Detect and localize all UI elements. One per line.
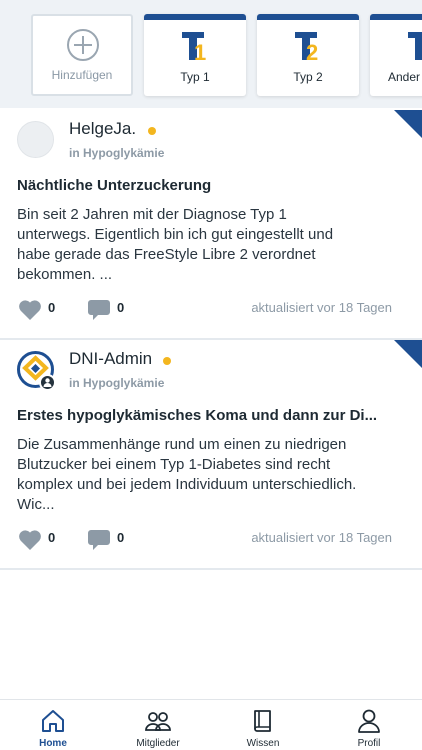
category-other[interactable]: Ander: [370, 14, 422, 96]
category-topbar: [370, 14, 422, 20]
corner-flag: [394, 110, 422, 138]
post-meta: 0 0 aktualisiert vor 18 Tagen: [0, 527, 422, 553]
post-excerpt: Bin seit 2 Jahren mit der Diagnose Typ 1…: [17, 206, 334, 283]
nav-profile-label: Profil: [357, 738, 381, 749]
post-meta: 0 0 aktualisiert vor 18 Tagen: [0, 297, 422, 323]
comment-count: 0: [117, 300, 125, 315]
updated-timestamp: aktualisiert vor 18 Tagen: [251, 300, 392, 315]
admin-badge-icon: [39, 374, 56, 391]
category-strip: Hinzufügen 1 Typ 1 2 Typ 2 Ander: [0, 0, 422, 108]
category-topbar: [144, 14, 246, 20]
nav-knowledge[interactable]: Wissen: [223, 700, 303, 750]
comment-icon[interactable]: [87, 528, 111, 552]
updated-timestamp: aktualisiert vor 18 Tagen: [251, 530, 392, 545]
comment-count: 0: [117, 530, 125, 545]
type2-digit: 2: [306, 40, 318, 62]
category-type1-label: Typ 1: [180, 70, 210, 84]
avatar[interactable]: [17, 121, 54, 158]
type2-icon: 2: [295, 32, 318, 62]
category-type1[interactable]: 1 Typ 1: [144, 14, 246, 96]
heart-icon[interactable]: [18, 299, 42, 321]
post-title[interactable]: Erstes hypoglykämisches Koma und dann zu…: [17, 407, 377, 424]
category-type2-label: Typ 2: [293, 70, 323, 84]
nav-profile[interactable]: Profil: [329, 700, 409, 750]
post-card[interactable]: HelgeJa. in Hypoglykämie Nächtliche Unte…: [0, 110, 422, 340]
members-icon: [145, 712, 171, 731]
post-category[interactable]: in Hypoglykämie: [69, 376, 164, 390]
category-topbar: [257, 14, 359, 20]
online-status-dot: [163, 357, 171, 365]
heart-icon[interactable]: [18, 529, 42, 551]
like-count: 0: [48, 300, 56, 315]
add-category-label: Hinzufügen: [51, 68, 113, 82]
profile-icon: [358, 709, 380, 733]
bottom-nav: Home Mitglieder Wissen Profil: [0, 699, 422, 750]
comment-icon[interactable]: [87, 298, 111, 322]
post-author[interactable]: HelgeJa.: [69, 119, 136, 139]
category-other-label: Ander: [388, 70, 421, 84]
post-excerpt: Die Zusammenhänge rund um einen zu niedr…: [17, 436, 357, 513]
post-title[interactable]: Nächtliche Unterzuckerung: [17, 177, 211, 194]
user-placeholder-icon: [18, 122, 53, 157]
nav-members-label: Mitglieder: [136, 738, 180, 749]
nav-home[interactable]: Home: [13, 700, 93, 750]
home-icon: [42, 710, 64, 732]
corner-flag: [394, 340, 422, 368]
post-author[interactable]: DNI-Admin: [69, 349, 152, 369]
type1-digit: 1: [194, 40, 206, 62]
nav-home-label: Home: [39, 738, 67, 749]
plus-circle-icon: [67, 29, 99, 61]
like-count: 0: [48, 530, 56, 545]
post-category[interactable]: in Hypoglykämie: [69, 146, 164, 160]
nav-knowledge-label: Wissen: [246, 738, 280, 749]
online-status-dot: [148, 127, 156, 135]
nav-members[interactable]: Mitglieder: [118, 700, 198, 750]
add-category-button[interactable]: Hinzufügen: [31, 14, 133, 96]
book-icon: [254, 710, 271, 732]
type1-icon: 1: [182, 32, 206, 62]
post-card[interactable]: DNI-Admin in Hypoglykämie Erstes hypogly…: [0, 340, 422, 570]
category-type2[interactable]: 2 Typ 2: [257, 14, 359, 96]
type-other-icon: [408, 32, 422, 60]
